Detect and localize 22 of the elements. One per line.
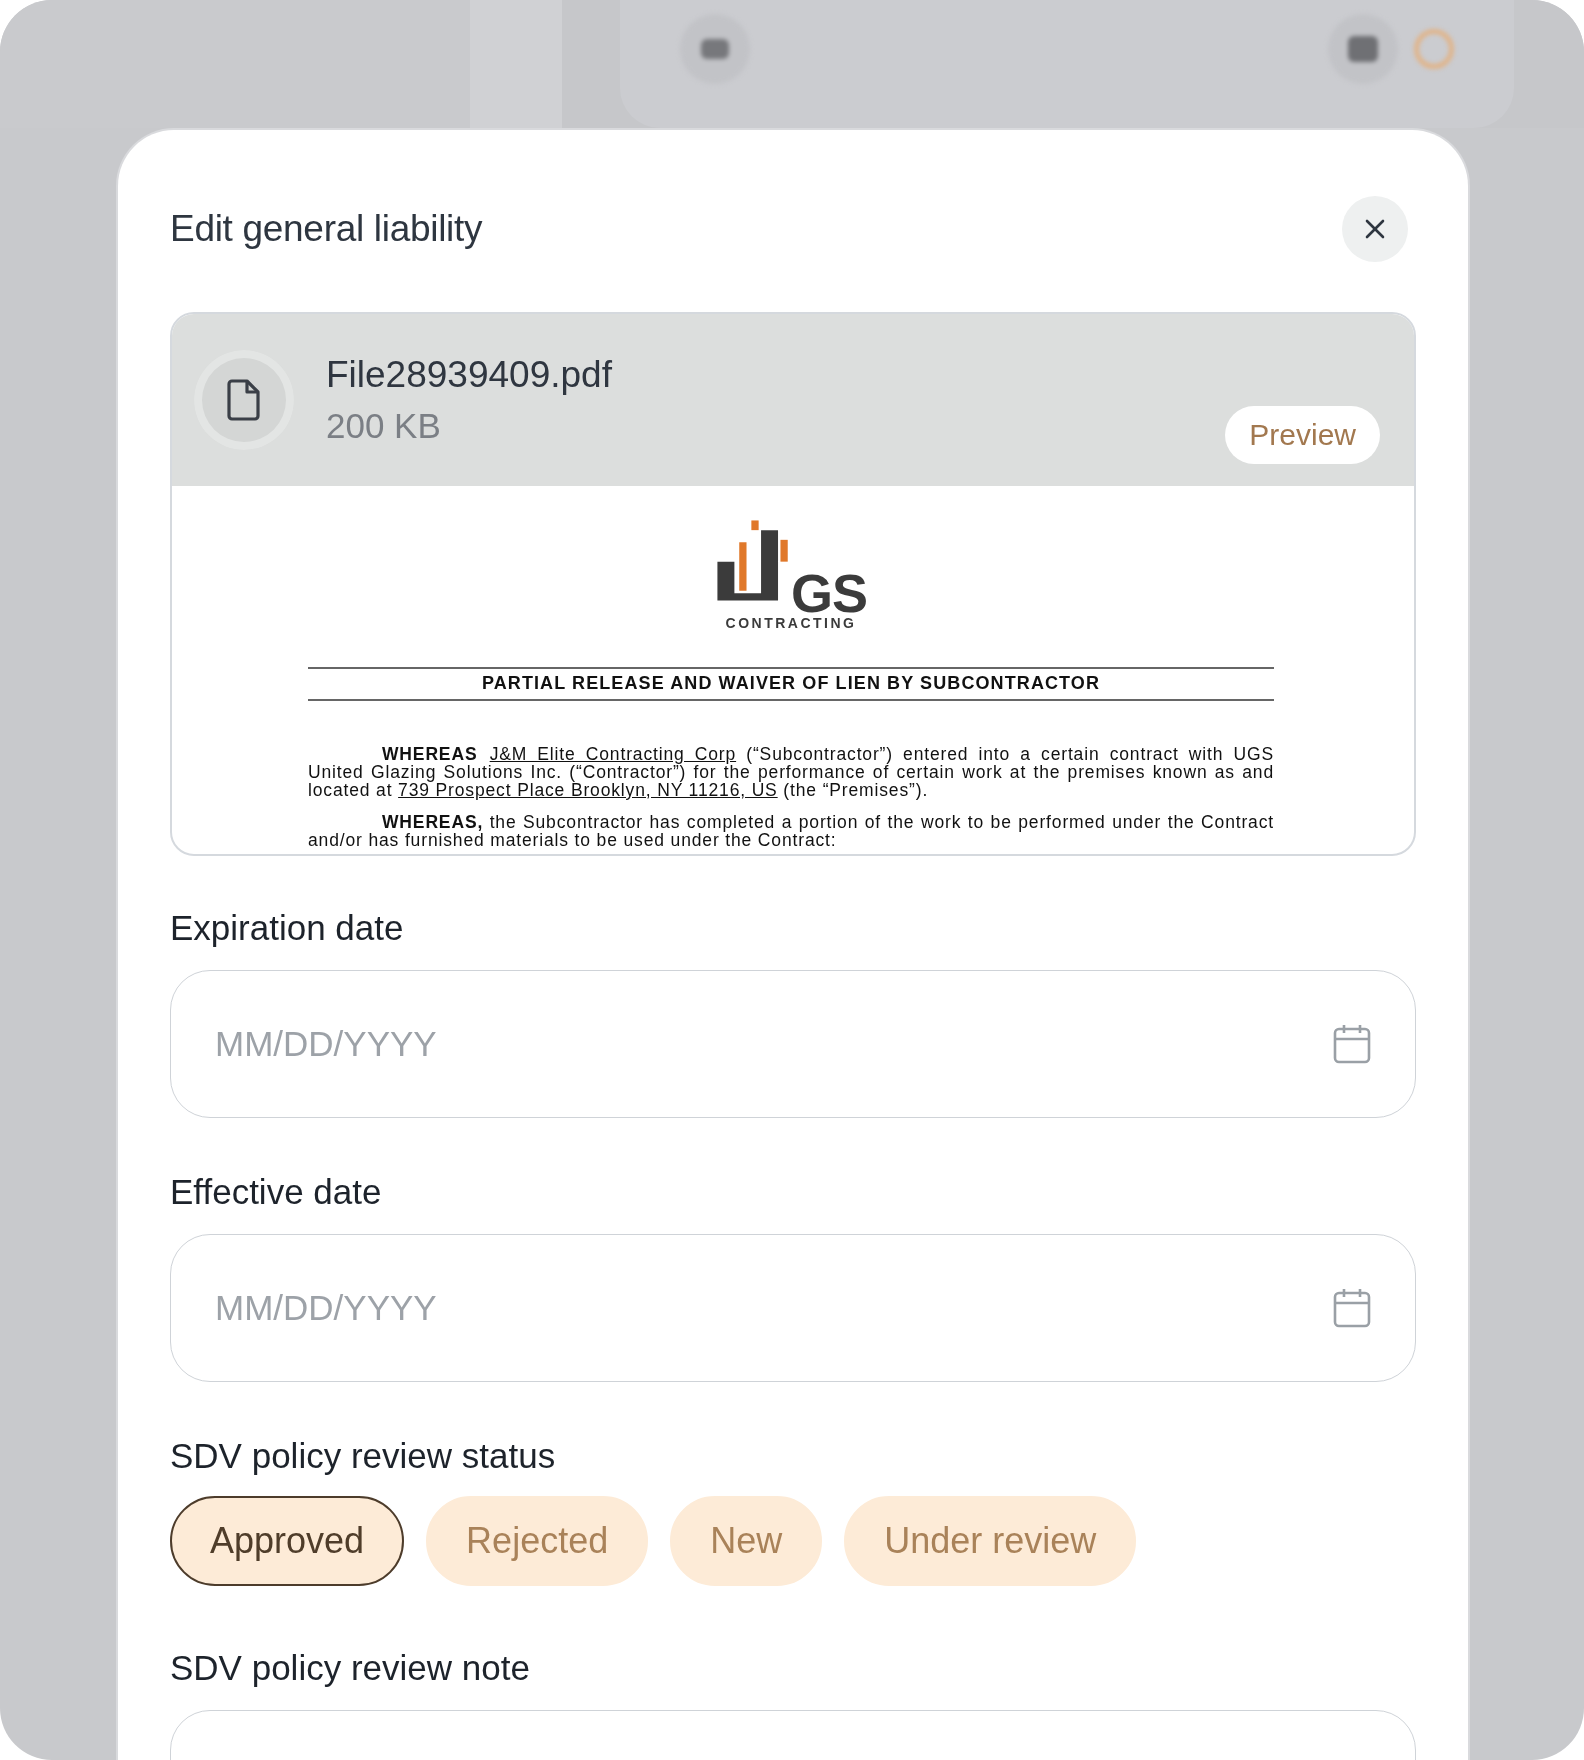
- field-label: SDV policy review status: [170, 1436, 557, 1476]
- date-field[interactable]: MM/DD/YYYY: [170, 970, 1416, 1118]
- field-label: SDV policy review note: [170, 1648, 531, 1688]
- calendar-icon[interactable]: [1332, 1287, 1372, 1329]
- logo-text: GS: [791, 571, 867, 615]
- status-chip[interactable]: New: [670, 1496, 823, 1586]
- status-chip[interactable]: Under review: [844, 1496, 1137, 1586]
- close-icon[interactable]: [1364, 218, 1386, 240]
- dialog-title: Edit general liability: [170, 208, 483, 250]
- document-paragraph: WHEREAS J&M Elite Contracting Corp (“Subcontractor”) entered into a certain contract with UGS United Glazing Solutions Inc. (“Contractor”) for the performance of certain work at the premises known as and located at 739 Prospect Place Brooklyn, NY 11216, US (the “Premises”).: [308, 745, 1274, 799]
- field-label: Effective date: [170, 1172, 383, 1212]
- logo-tagline: CONTRACTING: [725, 615, 857, 631]
- date-field[interactable]: MM/DD/YYYY: [170, 1234, 1416, 1382]
- file-name: File28939409.pdf: [326, 354, 613, 396]
- status-chip[interactable]: Approved: [170, 1496, 405, 1586]
- preview-button[interactable]: Preview: [1225, 406, 1380, 464]
- document-heading: PARTIAL RELEASE AND WAIVER OF LIEN BY SUBCONTRACTOR: [308, 667, 1274, 701]
- calendar-icon[interactable]: [1332, 1023, 1372, 1065]
- file-size: 200 KB: [326, 406, 442, 446]
- status-chip[interactable]: Rejected: [426, 1496, 649, 1586]
- field-label: Expiration date: [170, 908, 405, 948]
- document-paragraph: WHEREAS, the Subcontractor has completed a portion of the work to be performed under the Contract and/or has furnished materials to be used under the Contract:: [308, 813, 1274, 849]
